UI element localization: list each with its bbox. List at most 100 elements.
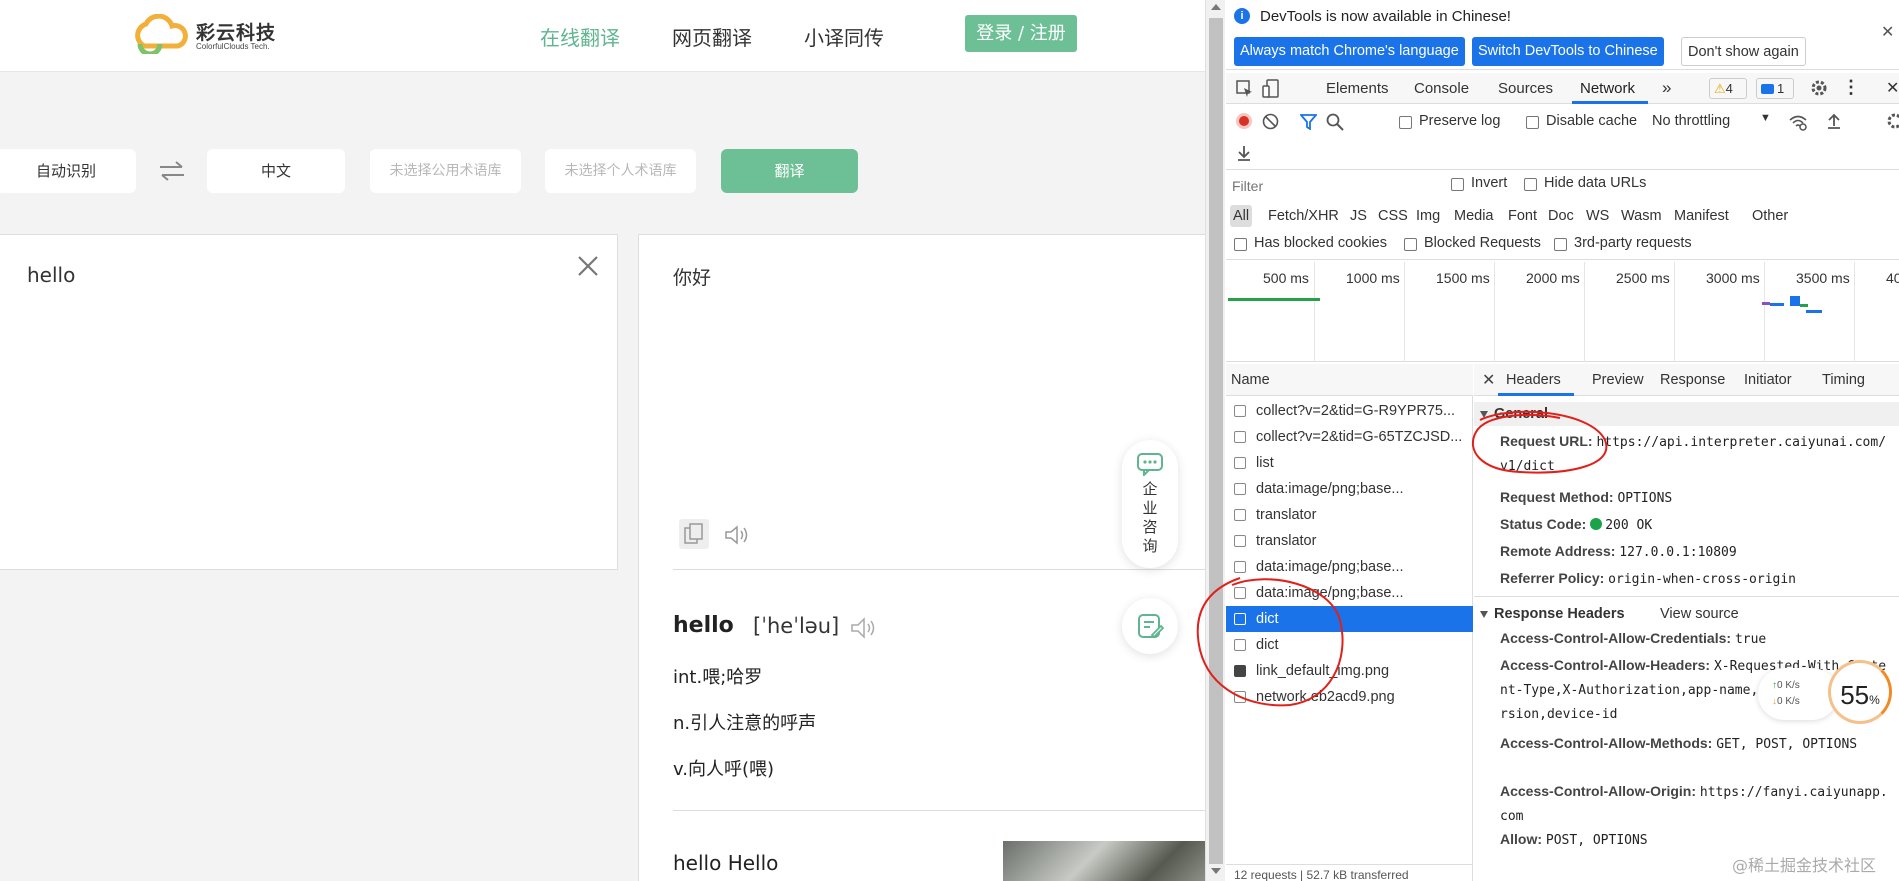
warnings-badge[interactable]: ⚠4 [1709,78,1747,99]
request-row[interactable]: translator [1226,502,1473,528]
type-filter-img[interactable]: Img [1416,208,1440,224]
logo[interactable]: 彩云科技 ColorfulClouds Tech. [130,14,290,54]
request-row[interactable]: dict [1226,632,1473,658]
hide-data-urls-checkbox[interactable] [1524,178,1537,191]
public-glossary-select[interactable]: 未选择公用术语库 [370,149,521,193]
throttling-select[interactable]: No throttling [1652,113,1730,129]
type-filter-all[interactable]: All [1230,205,1252,227]
translate-button[interactable]: 翻译 [721,149,858,193]
tab-network[interactable]: Network [1580,80,1635,97]
source-text[interactable]: hello [27,263,75,287]
preserve-log-checkbox[interactable] [1399,116,1412,129]
private-glossary-select[interactable]: 未选择个人术语库 [545,149,696,193]
login-register-button[interactable]: 登录 / 注册 [965,15,1077,52]
type-filter-other[interactable]: Other [1752,208,1788,224]
type-filter-media[interactable]: Media [1454,208,1494,224]
more-tabs-icon[interactable]: » [1662,78,1671,98]
clear-icon[interactable] [577,255,599,277]
type-filter-js[interactable]: JS [1350,208,1367,224]
type-filter-wasm[interactable]: Wasm [1621,208,1662,224]
tab-elements[interactable]: Elements [1326,80,1389,97]
target-language-select[interactable]: 中文 [207,149,345,193]
tab-response[interactable]: Response [1660,372,1725,388]
source-text-panel[interactable]: hello [0,234,618,570]
request-row[interactable]: data:image/png;base... [1226,476,1473,502]
blocked-requests-checkbox[interactable] [1404,238,1417,251]
request-row[interactable]: data:image/png;base... [1226,554,1473,580]
request-method-label: Request Method: [1500,489,1614,505]
settings-gear-icon[interactable] [1810,79,1828,97]
request-row-selected[interactable]: dict [1226,606,1473,632]
image-file-icon [1234,587,1246,599]
logo-chinese-name: 彩云科技 [196,22,277,44]
type-filter-doc[interactable]: Doc [1548,208,1574,224]
filter-input[interactable] [1232,175,1432,197]
nav-online-translate[interactable]: 在线翻译 [540,22,620,51]
close-detail-icon[interactable]: ✕ [1482,370,1495,390]
chevron-down-icon[interactable]: ▼ [1760,112,1771,124]
view-source-link[interactable]: View source [1660,606,1739,622]
network-settings-icon[interactable] [1886,112,1899,130]
request-row[interactable]: network.eb2acd9.png [1226,684,1473,710]
device-toolbar-icon[interactable] [1262,79,1280,99]
request-row[interactable]: collect?v=2&tid=G-65TZCJSD... [1226,424,1473,450]
type-filter-font[interactable]: Font [1508,208,1537,224]
export-har-icon[interactable] [1236,144,1252,162]
network-timeline[interactable]: 500 ms 1000 ms 1500 ms 2000 ms 2500 ms 3… [1226,262,1899,362]
upload-speed: ↑0 K/s [1772,680,1800,691]
page-scrollbar[interactable] [1205,0,1225,881]
close-icon[interactable]: ✕ [1881,22,1894,42]
source-language-select[interactable]: 自动识别 [0,149,136,193]
request-list-header[interactable]: Name [1226,364,1473,396]
scroll-down-arrow-icon[interactable] [1211,868,1221,874]
invert-checkbox[interactable] [1451,178,1464,191]
enterprise-consult-button[interactable]: 企业咨询 [1122,440,1178,568]
match-chrome-language-button[interactable]: Always match Chrome's language [1234,37,1465,66]
type-filter-ws[interactable]: WS [1586,208,1609,224]
scroll-thumb[interactable] [1209,18,1223,864]
request-name: link_default_img.png [1256,663,1390,679]
messages-badge[interactable]: 1 [1756,78,1794,99]
close-devtools-icon[interactable]: ✕ [1886,78,1899,98]
request-row[interactable]: translator [1226,528,1473,554]
general-section-header[interactable]: General [1474,402,1899,426]
request-row[interactable]: data:image/png;base... [1226,580,1473,606]
disable-cache-checkbox[interactable] [1526,116,1539,129]
speaker-icon[interactable] [723,523,751,547]
active-detail-tab-indicator [1498,393,1574,396]
tab-preview[interactable]: Preview [1592,372,1644,388]
type-filter-css[interactable]: CSS [1378,208,1408,224]
copy-icon[interactable] [679,519,709,549]
tab-headers[interactable]: Headers [1506,372,1561,388]
tab-console[interactable]: Console [1414,80,1469,97]
feedback-button[interactable] [1122,598,1178,654]
request-row[interactable]: list [1226,450,1473,476]
timeline-gridline [1764,262,1765,362]
more-options-icon[interactable]: ⋮ [1842,77,1860,98]
swap-languages-icon[interactable] [158,160,186,182]
third-party-checkbox[interactable] [1554,238,1567,251]
pronunciation-speaker-icon[interactable] [849,615,879,641]
network-conditions-icon[interactable] [1788,113,1808,131]
clear-log-icon[interactable] [1262,113,1279,130]
scroll-up-arrow-icon[interactable] [1211,4,1221,10]
tab-sources[interactable]: Sources [1498,80,1553,97]
request-row[interactable]: link_default_img.png [1226,658,1473,684]
request-row[interactable]: collect?v=2&tid=G-R9YPR75... [1226,398,1473,424]
type-filter-manifest[interactable]: Manifest [1674,208,1729,224]
blocked-cookies-checkbox[interactable] [1234,238,1247,251]
tab-initiator[interactable]: Initiator [1744,372,1792,388]
search-icon[interactable] [1326,113,1344,131]
import-har-icon[interactable] [1826,112,1842,130]
inspect-element-icon[interactable] [1236,80,1254,98]
tab-timing[interactable]: Timing [1822,372,1865,388]
switch-to-chinese-button[interactable]: Switch DevTools to Chinese [1472,37,1664,66]
record-icon[interactable] [1236,113,1252,129]
web-page: 彩云科技 ColorfulClouds Tech. 在线翻译 网页翻译 小译同传… [0,0,1205,881]
type-filter-fetch-xhr[interactable]: Fetch/XHR [1268,208,1339,224]
nav-simultaneous[interactable]: 小译同传 [804,22,884,51]
filter-icon[interactable] [1300,114,1317,130]
nav-web-translate[interactable]: 网页翻译 [672,22,752,51]
dont-show-again-button[interactable]: Don't show again [1681,37,1806,66]
network-speed-widget[interactable]: ↑0 K/s ↓0 K/s 55% [1758,660,1893,730]
